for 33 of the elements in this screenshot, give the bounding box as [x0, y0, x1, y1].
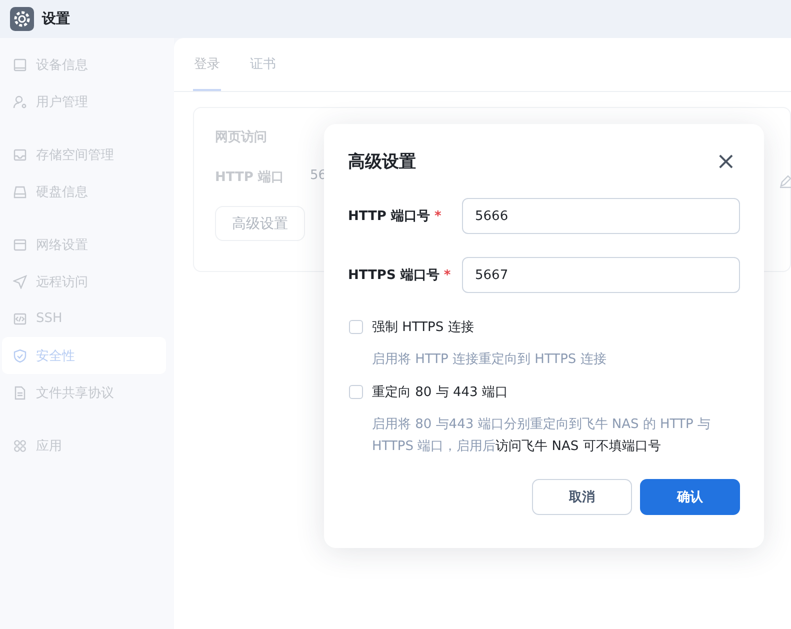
section-title: 网页访问 — [215, 128, 268, 146]
close-button[interactable]: × — [712, 149, 740, 173]
document-icon — [13, 386, 27, 400]
checkbox-label: 重定向 80 与 443 端口 — [372, 384, 508, 401]
gear-icon — [10, 7, 34, 31]
apps-icon — [13, 438, 27, 452]
sidebar-item[interactable]: 安全性 — [2, 337, 166, 374]
checkbox[interactable] — [349, 320, 363, 334]
shield-icon — [13, 348, 27, 362]
dialog-title: 高级设置 — [348, 150, 416, 172]
field-label: HTTP 端口号 * — [348, 208, 442, 225]
window-icon — [13, 238, 27, 252]
advanced-settings-button[interactable]: 高级设置 — [215, 206, 305, 241]
window-title: 设置 — [42, 10, 70, 28]
pencil-icon — [780, 174, 791, 188]
confirm-button[interactable]: 确认 — [640, 479, 740, 515]
input-field[interactable]: 5667 — [462, 257, 740, 293]
tray-icon — [13, 148, 27, 162]
hint-text: 启用将 HTTP 连接重定向到 HTTPS 连接 — [372, 351, 608, 369]
monitor-icon — [13, 58, 27, 72]
send-icon — [13, 274, 27, 288]
field-label: HTTPS 端口号 * — [348, 267, 452, 284]
checkbox-label: 强制 HTTPS 连接 — [372, 319, 474, 336]
checkbox[interactable] — [349, 385, 363, 399]
field-label: HTTP 端口 — [215, 169, 284, 186]
drive-icon — [13, 184, 27, 198]
tab[interactable]: 证书 — [249, 38, 277, 91]
cancel-button[interactable]: 取消 — [532, 479, 632, 515]
user-icon — [13, 94, 27, 108]
hint-text: 启用将 80 与443 端口分别重定向到飞牛 NAS 的 HTTP 与 HTTPS 端口，启用后访问飞牛 NAS 可不填端口号 — [372, 416, 712, 456]
code-icon — [13, 312, 27, 326]
input-field[interactable]: 5666 — [462, 198, 740, 234]
tab[interactable]: 登录 — [193, 38, 221, 91]
